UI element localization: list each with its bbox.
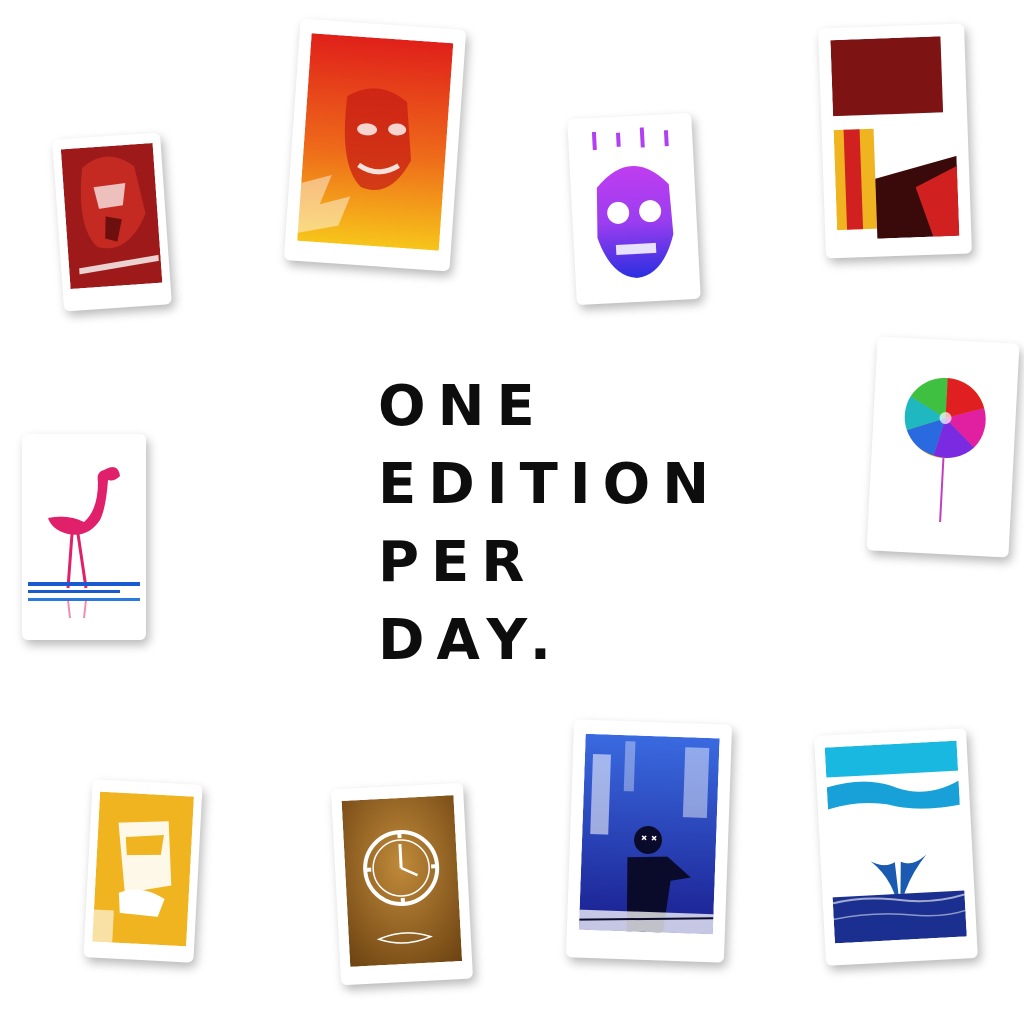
headline-line-2: EDITION bbox=[378, 452, 722, 517]
whale-tail-card bbox=[814, 728, 978, 966]
fire-face-art bbox=[297, 33, 454, 251]
flamingo-card bbox=[22, 434, 146, 640]
headline-line-3: PER bbox=[378, 530, 537, 595]
rainbow-lollipop-art bbox=[877, 348, 1009, 542]
gold-portrait-card bbox=[83, 779, 203, 963]
blue-figure-art bbox=[578, 733, 720, 935]
blue-figure-card bbox=[565, 719, 733, 963]
neon-skull-card bbox=[567, 112, 701, 306]
clock-art bbox=[341, 795, 463, 967]
flamingo-art bbox=[28, 448, 140, 628]
fire-face-card bbox=[283, 18, 467, 272]
neon-skull-art bbox=[575, 123, 693, 291]
whale-tail-art bbox=[824, 740, 967, 944]
abstract-red-art bbox=[830, 35, 960, 241]
headline-line-4: DAY. bbox=[378, 608, 564, 673]
clock-card bbox=[330, 782, 474, 986]
headline: ONE EDITION PER DAY. bbox=[378, 368, 721, 680]
red-portrait-art bbox=[60, 142, 163, 290]
rainbow-lollipop-card bbox=[866, 336, 1020, 558]
headline-line-1: ONE bbox=[378, 374, 547, 439]
red-portrait-card bbox=[52, 132, 172, 312]
abstract-red-card bbox=[818, 23, 972, 259]
gold-portrait-art bbox=[92, 791, 194, 947]
